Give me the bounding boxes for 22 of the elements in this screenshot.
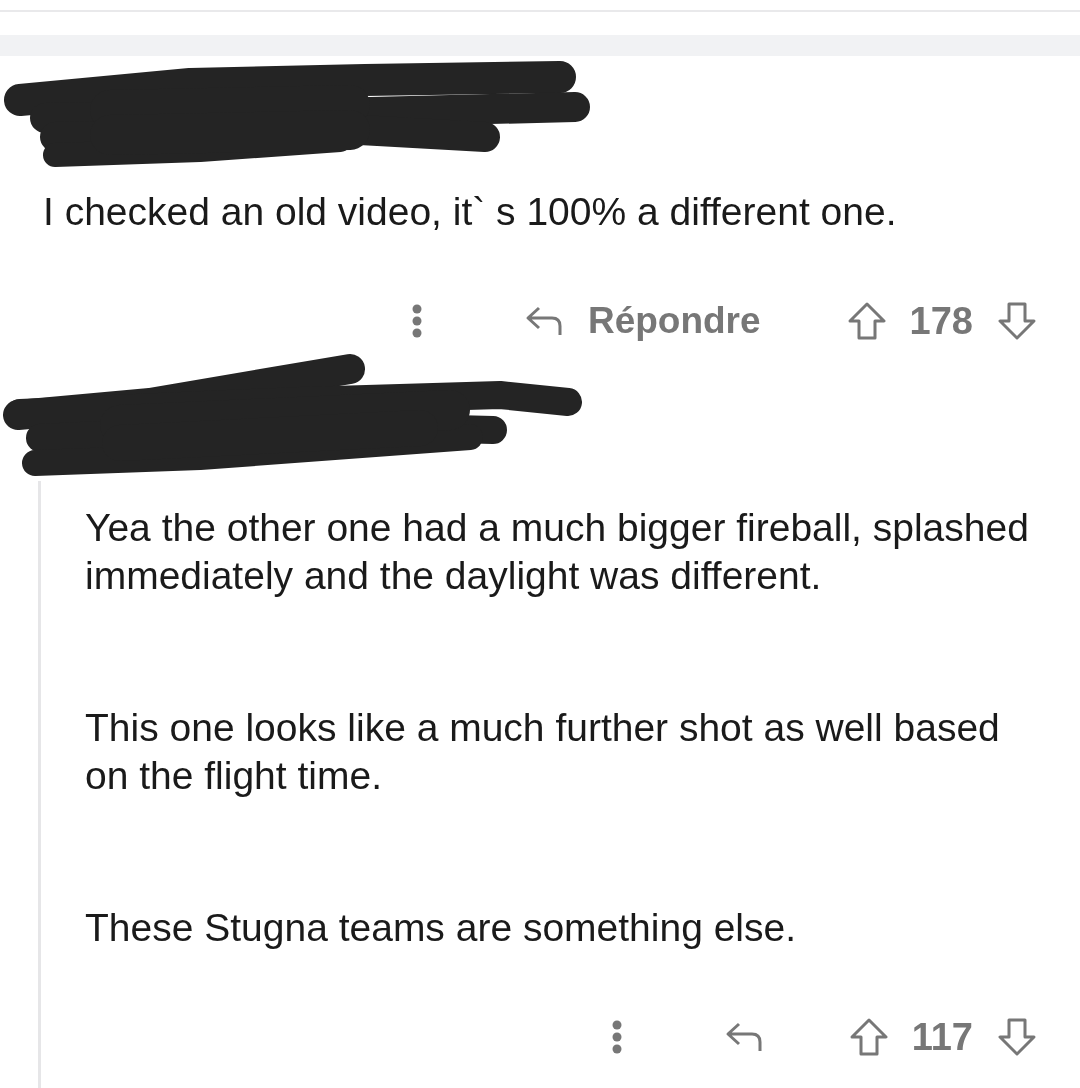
more-options-button[interactable] — [611, 1020, 622, 1054]
downvote-button[interactable] — [998, 1018, 1036, 1056]
reply-button[interactable]: Répondre — [524, 299, 761, 343]
reply-arrow-icon — [724, 1021, 763, 1053]
up-arrow-icon — [847, 302, 886, 340]
reply-arrow-icon — [524, 305, 563, 337]
more-icon — [411, 304, 422, 338]
up-arrow-icon — [849, 1018, 888, 1056]
comment-text: Yea the other one had a much bigger fireball, splashed immediately and the daylight was different. — [85, 505, 1030, 599]
comment-text: I checked an old video, it` s 100% a different one. — [43, 189, 898, 235]
down-arrow-icon — [998, 302, 1036, 340]
upvote-button[interactable] — [849, 1018, 888, 1056]
reply-button[interactable] — [724, 1021, 763, 1053]
more-options-button[interactable] — [411, 304, 422, 338]
vote-count: 117 — [911, 1015, 973, 1059]
upvote-button[interactable] — [847, 302, 886, 340]
vote-count: 178 — [909, 299, 973, 343]
comment-text: This one looks like a much further shot as well based on the flight time. — [85, 705, 1001, 799]
downvote-button[interactable] — [998, 302, 1036, 340]
down-arrow-icon — [998, 1018, 1036, 1056]
more-icon — [611, 1020, 622, 1054]
comment-text: These Stugna teams are something else. — [85, 905, 798, 951]
